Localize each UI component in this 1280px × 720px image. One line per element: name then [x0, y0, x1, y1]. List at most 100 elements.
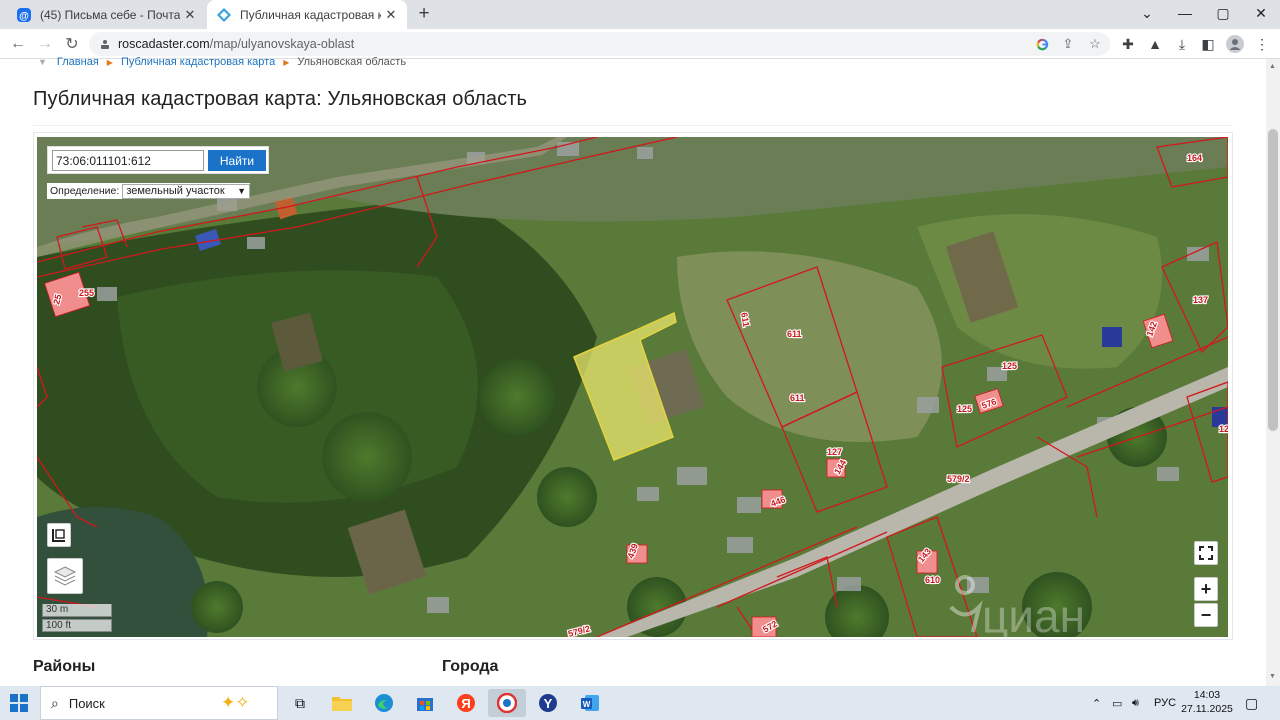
bookmark-star-icon[interactable]: ☆ — [1087, 36, 1103, 52]
cadastre-search-box: Найти — [47, 146, 269, 174]
layers-icon — [53, 566, 77, 586]
close-window-icon[interactable]: ✕ — [1243, 0, 1279, 26]
clock-time: 14:03 — [1193, 689, 1221, 701]
yandex-browser-icon[interactable]: Я — [447, 689, 485, 717]
profile-avatar-icon[interactable] — [1226, 35, 1244, 53]
browser-toolbar: ← → ↻ roscadaster.com/map/ulyanovskaya-o… — [0, 29, 1280, 59]
windows-start-icon[interactable] — [10, 694, 28, 712]
cadastral-number-input[interactable] — [52, 150, 204, 171]
layers-button[interactable] — [47, 558, 83, 594]
chrome-browser-icon[interactable] — [488, 689, 526, 717]
parcel-label: 125 — [957, 404, 972, 414]
fullscreen-icon — [1199, 546, 1213, 560]
parcel-label: 611 — [787, 329, 802, 339]
zoom-in-button[interactable]: + — [1194, 577, 1218, 601]
cities-heading: Города — [442, 658, 499, 675]
page-scrollbar[interactable]: ▲ ▼ — [1266, 59, 1280, 686]
svg-text:@: @ — [19, 11, 29, 22]
measure-tool-button[interactable] — [47, 523, 71, 547]
svg-text:Y: Y — [544, 696, 553, 711]
tab-title: (45) Письма себе - Почта Mail — [40, 7, 180, 22]
scale-metric: 30 m — [42, 604, 112, 617]
districts-heading: Районы — [33, 658, 96, 675]
notifications-icon[interactable]: ▢ — [1245, 686, 1258, 720]
taskbar-search[interactable]: ⌕ Поиск ✦✧ — [40, 686, 278, 720]
breadcrumb: ▼ Главная ▶ Публичная кадастровая карта … — [38, 56, 406, 68]
store-icon[interactable] — [406, 689, 444, 717]
copilot-sparkle-icon: ✦✧ — [221, 693, 250, 712]
share-icon[interactable]: ⇪ — [1060, 36, 1076, 52]
address-bar[interactable]: roscadaster.com/map/ulyanovskaya-oblast … — [89, 32, 1110, 56]
tab-search-icon[interactable]: ⌄ — [1129, 0, 1165, 26]
definition-value: земельный участок — [126, 185, 225, 197]
ruler-icon — [52, 529, 65, 542]
word-icon[interactable]: W — [571, 689, 609, 717]
fullscreen-button[interactable] — [1194, 541, 1218, 565]
breadcrumb-home-link[interactable]: Главная — [57, 56, 99, 68]
windows-taskbar: ⌕ Поиск ✦✧ ⧉ Я Y W ⌃ ▭ 🔊︎ РУС 14:03 27.1… — [0, 686, 1280, 720]
satellite-map-canvas[interactable]: 164 255 25 137 611 611 611 125 125 576 1… — [37, 137, 1228, 637]
title-divider — [33, 125, 1233, 126]
google-icon[interactable] — [1034, 36, 1050, 52]
watermark-text: циан — [982, 590, 1085, 637]
back-icon[interactable]: ← — [7, 33, 29, 55]
svg-text:Я: Я — [461, 696, 470, 711]
mail-icon: @ — [16, 7, 32, 23]
edge-browser-icon[interactable] — [365, 689, 403, 717]
cadastral-map[interactable]: 164 255 25 137 611 611 611 125 125 576 1… — [37, 137, 1228, 637]
scroll-up-icon[interactable]: ▲ — [1269, 63, 1276, 70]
parcel-label: 255 — [79, 288, 94, 298]
extensions-puzzle-icon[interactable]: ✚ — [1119, 35, 1137, 53]
search-icon: ⌕ — [51, 694, 59, 711]
url-path: /map/ulyanovskaya-oblast — [209, 37, 355, 51]
map-site-icon — [216, 7, 232, 23]
network-icon[interactable]: ▭ — [1112, 686, 1122, 720]
breadcrumb-current: Ульяновская область — [297, 56, 407, 68]
close-tab-icon[interactable]: ✕ — [381, 5, 401, 25]
close-tab-icon[interactable]: ✕ — [180, 5, 200, 25]
parcel-label: 610 — [925, 575, 940, 585]
tab-strip: @ (45) Письма себе - Почта Mail ✕ Публич… — [0, 0, 1280, 29]
new-tab-icon[interactable]: + — [413, 3, 435, 25]
file-explorer-icon[interactable] — [323, 689, 361, 717]
page-title: Публичная кадастровая карта: Ульяновская… — [33, 88, 527, 110]
extension-pin-icon[interactable]: ▲ — [1146, 35, 1164, 53]
taskbar-clock[interactable]: 14:03 27.11.2025 — [1180, 688, 1234, 716]
side-panel-icon[interactable]: ◧ — [1199, 35, 1217, 53]
clock-date: 27.11.2025 — [1181, 703, 1233, 715]
definition-select[interactable]: земельный участок ▼ — [122, 183, 250, 199]
download-icon[interactable]: ⤓ — [1173, 35, 1191, 53]
maximize-icon[interactable]: ▢ — [1205, 0, 1241, 26]
parcel-label: 164 — [1187, 153, 1202, 163]
minimize-icon[interactable]: — — [1167, 0, 1203, 26]
site-info-icon[interactable] — [98, 37, 112, 51]
breadcrumb-separator-icon: ▶ — [106, 57, 113, 67]
scale-imperial: 100 ft — [42, 619, 112, 632]
definition-row: Определение: земельный участок ▼ — [47, 183, 250, 199]
definition-label: Определение: — [50, 185, 120, 197]
yandex-messenger-icon[interactable]: Y — [529, 689, 567, 717]
language-indicator[interactable]: РУС — [1154, 686, 1176, 720]
task-view-icon[interactable]: ⧉ — [281, 689, 319, 717]
forward-icon[interactable]: → — [34, 33, 56, 55]
scrollbar-thumb[interactable] — [1268, 129, 1278, 431]
parcel-label: 611 — [790, 393, 805, 403]
url-text: roscadaster.com/map/ulyanovskaya-oblast — [118, 37, 354, 51]
tab-cadastre[interactable]: Публичная кадастровая карта: У ✕ — [207, 0, 407, 29]
zoom-out-button[interactable]: − — [1194, 603, 1218, 627]
tab-mail[interactable]: @ (45) Письма себе - Почта Mail ✕ — [8, 0, 206, 29]
volume-icon[interactable]: 🔊︎ — [1132, 686, 1139, 720]
scroll-down-icon[interactable]: ▼ — [1269, 673, 1276, 680]
home-icon: ▼ — [38, 57, 47, 67]
breadcrumb-separator-icon: ▶ — [283, 57, 290, 67]
reload-icon[interactable]: ↻ — [61, 33, 83, 55]
show-hidden-icons[interactable]: ⌃ — [1092, 686, 1101, 720]
parcel-label: 125 — [1002, 361, 1017, 371]
browser-menu-icon[interactable]: ⋮ — [1253, 35, 1271, 53]
find-button[interactable]: Найти — [208, 150, 266, 171]
parcel-label: 12 — [1219, 424, 1228, 434]
parcel-label: 137 — [1193, 295, 1208, 305]
parcel-label: 127 — [827, 447, 842, 457]
breadcrumb-map-link[interactable]: Публичная кадастровая карта — [121, 56, 275, 68]
chevron-down-icon: ▼ — [237, 186, 246, 196]
